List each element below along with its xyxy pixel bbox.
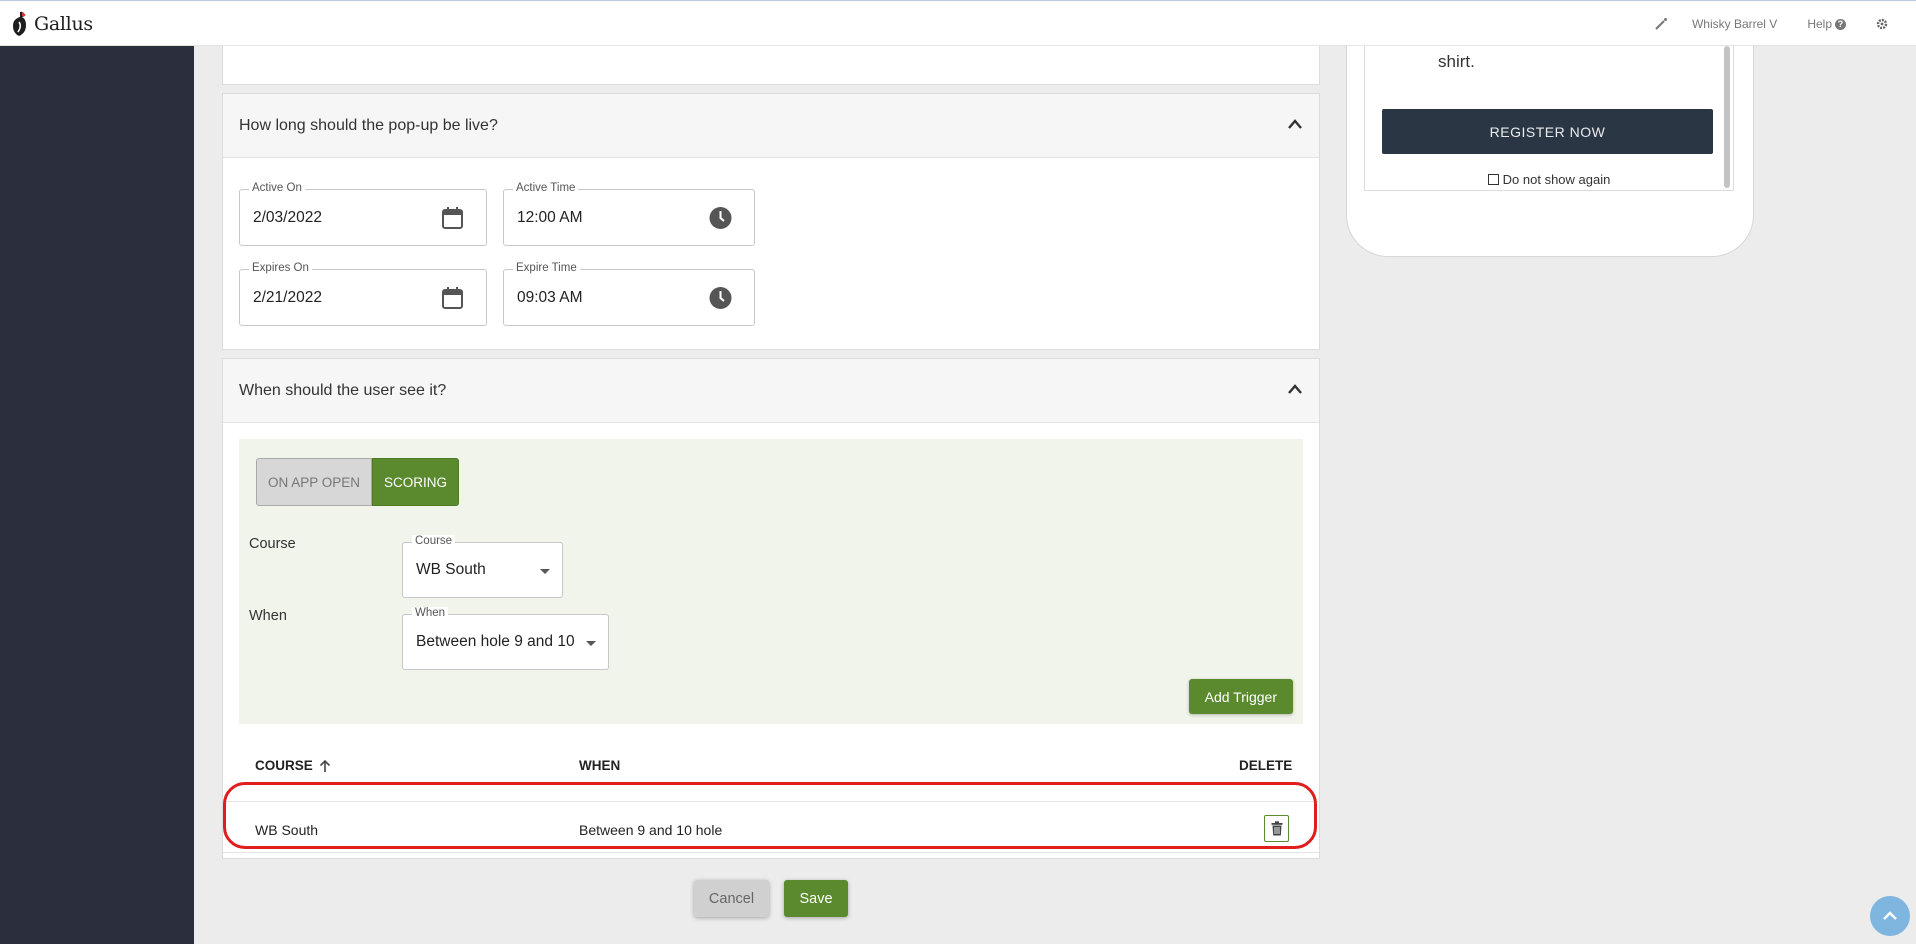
clock-icon[interactable] [709,286,732,310]
live-duration-header[interactable]: How long should the pop-up be live? [223,94,1319,158]
trigger-panel: When should the user see it? ON APP OPEN… [222,358,1320,859]
org-switcher[interactable]: Whisky Barrel V [1692,17,1777,31]
clock-icon[interactable] [709,206,732,230]
course-select-value: WB South [416,561,486,578]
popup-preview-phone: shirt. REGISTER NOW Do not show again [1346,46,1754,257]
expires-on-field[interactable]: Expires On 2/21/2022 [239,262,487,326]
active-on-value: 2/03/2022 [253,209,322,226]
when-row-label: When [249,608,287,624]
trash-icon [1271,821,1282,836]
active-on-label: Active On [249,182,305,194]
when-select[interactable]: When Between hole 9 and 10 [402,607,609,670]
when-header-label: WHEN [579,758,621,773]
chevron-up-icon [1883,911,1897,920]
course-select[interactable]: Course WB South [402,535,563,598]
trigger-builder: ON APP OPEN SCORING Course Course WB Sou… [239,439,1303,724]
expire-time-value: 09:03 AM [517,289,583,306]
help-circle-icon: ? [1835,18,1846,30]
expires-on-label: Expires On [249,262,312,274]
do-not-show-again-option[interactable]: Do not show again [1365,172,1733,187]
trigger-title: When should the user see it? [239,381,447,399]
chevron-up-icon[interactable] [1287,383,1303,395]
sidebar [0,46,194,944]
top-bar: Gallus Whisky Barrel V Help ? [0,0,1916,46]
course-row-label: Course [249,536,296,552]
add-trigger-button[interactable]: Add Trigger [1188,679,1293,714]
row-when-cell: Between 9 and 10 hole [579,822,723,838]
expire-time-label: Expire Time [513,262,580,274]
course-column-header[interactable]: COURSE [255,758,331,773]
magic-wand-icon[interactable] [1654,17,1668,31]
table-row: WB South Between 9 and 10 hole [223,801,1319,853]
active-time-label: Active Time [513,182,579,194]
trigger-header[interactable]: When should the user see it? [223,359,1319,423]
sort-arrow-up-icon [319,759,330,772]
active-on-field[interactable]: Active On 2/03/2022 [239,182,487,246]
active-time-value: 12:00 AM [517,209,583,226]
expire-time-field[interactable]: Expire Time 09:03 AM [503,262,755,326]
preview-body-text: shirt. [1438,52,1475,71]
preview-scrollbar[interactable] [1724,46,1730,188]
checkbox-icon[interactable] [1487,174,1499,185]
course-header-label: COURSE [255,758,313,773]
do-not-show-label: Do not show again [1502,172,1611,187]
mode-scoring-button[interactable]: SCORING [372,458,460,506]
expires-on-value: 2/21/2022 [253,289,322,306]
when-column-header: WHEN [579,758,620,773]
register-now-button[interactable]: REGISTER NOW [1382,109,1713,154]
delete-header-label: DELETE [1239,758,1293,773]
app-logo[interactable]: Gallus [10,10,93,38]
scroll-to-top-button[interactable] [1870,896,1910,936]
help-link[interactable]: Help ? [1807,17,1846,31]
row-course-cell: WB South [255,822,319,838]
app-name: Gallus [34,13,93,35]
caret-down-icon [586,641,596,646]
delete-column-header: DELETE [1239,758,1292,773]
triggers-table-header: COURSE WHEN DELETE [239,745,1303,785]
previous-section-panel [222,40,1320,85]
delete-row-button[interactable] [1264,815,1289,842]
popup-preview-screen: shirt. REGISTER NOW Do not show again [1364,46,1734,191]
save-button[interactable]: Save [784,880,848,917]
rooster-logo-icon [13,11,26,36]
cancel-button[interactable]: Cancel [694,880,769,917]
live-duration-panel: How long should the pop-up be live? Acti… [222,93,1320,350]
when-select-value: Between hole 9 and 10 [416,633,575,650]
top-right-menu: Whisky Barrel V Help ? [1654,1,1916,47]
mode-on-app-open-button[interactable]: ON APP OPEN [256,458,373,506]
active-time-field[interactable]: Active Time 12:00 AM [503,182,755,246]
live-duration-title: How long should the pop-up be live? [239,116,498,134]
gear-icon[interactable] [1876,18,1888,30]
when-select-label: When [412,607,449,619]
course-select-label: Course [412,535,456,547]
trigger-mode-toggle: ON APP OPEN SCORING [256,458,460,506]
chevron-up-icon[interactable] [1287,118,1303,130]
caret-down-icon [540,569,550,574]
calendar-icon[interactable] [441,206,464,230]
help-label: Help [1807,17,1832,31]
calendar-icon[interactable] [441,286,464,310]
